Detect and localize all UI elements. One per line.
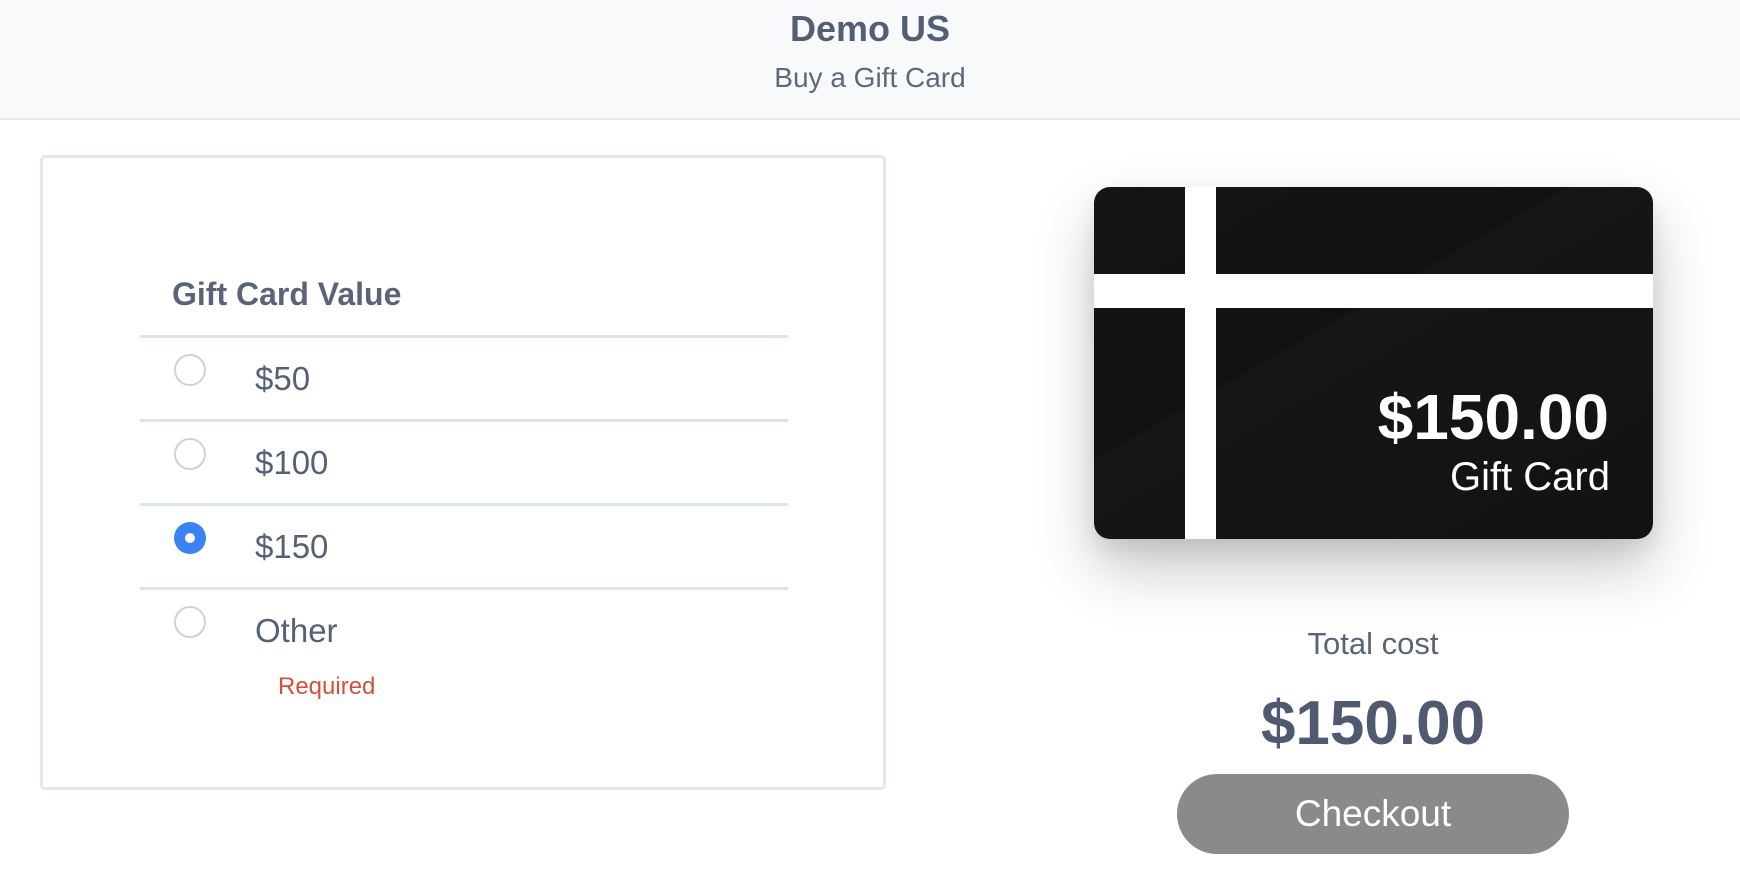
option-label-other[interactable]: Other	[255, 612, 338, 650]
store-name: Demo US	[789, 8, 951, 49]
radio-150[interactable]	[174, 522, 206, 554]
card-amount: $150.00	[1377, 381, 1609, 453]
value-option-list: $50 $100 $150 Other Required	[140, 335, 788, 710]
radio-other[interactable]	[174, 606, 206, 638]
option-label-150[interactable]: $150	[255, 528, 328, 566]
option-row-150[interactable]: $150	[140, 506, 788, 590]
gift-card-preview: $150.00 Gift Card	[1094, 187, 1653, 539]
total-cost-value: $150.00	[1260, 689, 1486, 758]
ribbon-vertical	[1185, 187, 1216, 539]
card-type-label: Gift Card	[1449, 455, 1610, 499]
option-row-100[interactable]: $100	[140, 422, 788, 506]
page-header: Demo US Buy a Gift Card	[0, 0, 1740, 120]
radio-50[interactable]	[174, 354, 206, 386]
required-error-message: Required	[278, 673, 376, 700]
option-row-50[interactable]: $50	[140, 338, 788, 422]
total-cost-label: Total cost	[1307, 626, 1439, 661]
radio-100[interactable]	[174, 438, 206, 470]
checkout-button[interactable]: Checkout	[1177, 774, 1569, 854]
option-label-100[interactable]: $100	[255, 444, 328, 482]
page-subtitle: Buy a Gift Card	[774, 62, 966, 93]
ribbon-horizontal	[1094, 274, 1653, 308]
option-row-other[interactable]: Other Required	[140, 590, 788, 710]
option-label-50[interactable]: $50	[255, 360, 310, 398]
gift-card-value-panel: Gift Card Value $50 $100 $150 Other Requ…	[40, 155, 886, 790]
section-title: Gift Card Value	[172, 276, 402, 312]
